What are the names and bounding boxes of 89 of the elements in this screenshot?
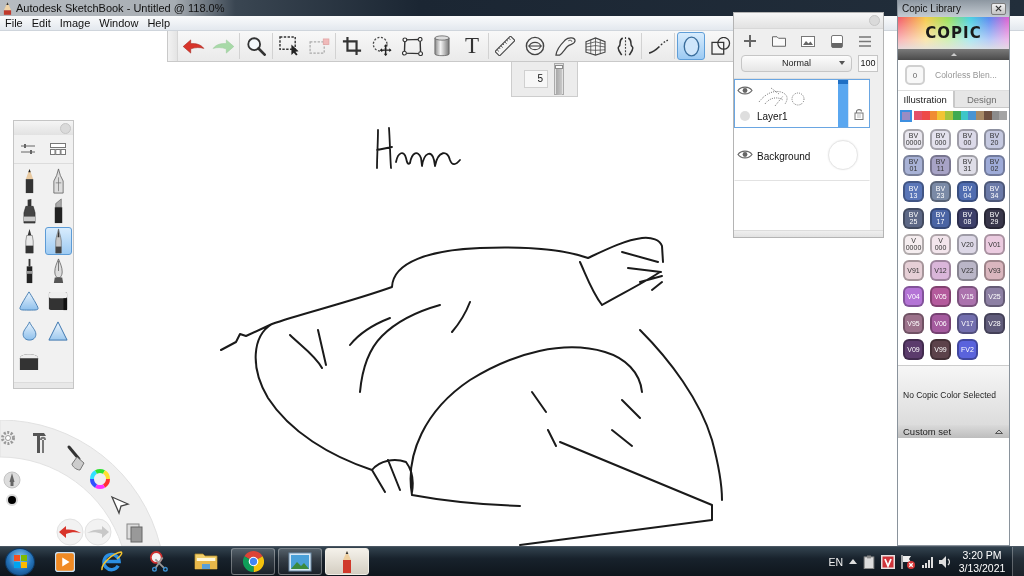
blend-mode-dropdown[interactable]: Normal [741,54,852,72]
swatch-icon[interactable] [968,111,976,120]
text-button[interactable]: T [458,32,486,60]
ellipse-icon[interactable] [682,35,700,57]
window-title: Autodesk SketchBook - Untitled @ 118.0% [16,1,225,15]
brush-button[interactable] [44,227,72,255]
pen-icon[interactable] [3,471,21,489]
layer-name: Background [757,150,811,162]
swatch-icon[interactable] [991,111,1000,120]
menu-item[interactable]: Help [143,16,175,30]
menu-item[interactable]: File [1,16,27,30]
swatch-icon[interactable] [921,111,930,120]
panel-title: Copic Library [902,3,961,14]
slider-thumb[interactable] [555,64,563,69]
swatch-icon[interactable] [952,111,961,120]
fountain-pen-icon[interactable] [51,258,65,284]
undo-arrow-icon[interactable] [181,38,205,54]
layer-name: Layer1 [757,111,789,123]
caret-down-icon[interactable] [839,61,845,65]
pencil-icon [3,1,12,15]
swatch-icon[interactable] [960,111,969,120]
swatch-icon[interactable] [976,111,984,120]
hammer-wrench-icon[interactable] [33,433,46,454]
show-desktop-button[interactable] [1012,547,1024,576]
language-indicator[interactable]: EN [828,555,843,568]
grid-icon[interactable] [49,143,66,155]
media-player-icon[interactable] [55,551,75,572]
section-title: Custom set [903,425,952,437]
resize-grip[interactable] [734,230,883,237]
clock-time[interactable]: 3:20 PM [962,548,1002,562]
menu-icon[interactable] [859,35,872,47]
blender-marker[interactable]: 0 [905,65,925,85]
logo-text: COPIC [925,24,982,42]
resize-grip[interactable] [14,382,73,388]
layer-icon[interactable] [831,34,844,48]
app-logo-icon[interactable] [881,554,895,569]
blender-name: Colorless Blen... [935,70,997,80]
curved-line-icon[interactable] [647,38,669,54]
menu-item[interactable]: Window [95,16,143,30]
start-button[interactable] [5,547,35,576]
swatch-icon[interactable] [937,111,945,120]
lock-icon[interactable] [854,108,864,120]
add-icon[interactable] [743,35,756,47]
picture-icon[interactable] [288,551,312,572]
stacked-pages-icon[interactable] [126,523,143,543]
marker-icon[interactable] [22,198,36,224]
caret-up-icon[interactable] [849,559,857,564]
folder-icon[interactable] [194,553,218,570]
cursor-arrow-icon[interactable] [110,495,130,515]
eye-icon[interactable] [737,85,753,96]
menu-item[interactable]: Edit [27,16,55,30]
swatch-icon[interactable] [999,111,1007,120]
current-color-icon[interactable] [6,494,18,506]
layer-row[interactable]: Background [734,128,870,181]
toolbar-handle[interactable] [168,31,178,61]
speaker-icon[interactable] [939,555,950,568]
swatch-icon[interactable] [945,111,953,120]
symmetry-icon[interactable] [616,36,634,56]
swatch-icon[interactable] [983,111,992,120]
color-wheel-icon[interactable] [90,469,110,489]
internet-explorer-icon[interactable] [101,551,123,572]
felt-pen-icon[interactable] [22,228,36,254]
water-drop-icon[interactable] [21,321,37,341]
swatch-icon[interactable] [900,109,912,122]
clock-date[interactable]: 3/13/2021 [958,561,1006,575]
close-icon[interactable] [995,5,1002,12]
clipboard-icon[interactable] [863,554,875,569]
ellipse-button[interactable] [677,32,705,60]
eye-icon[interactable] [737,149,753,160]
signal-bars-icon[interactable] [922,555,933,568]
menu-item[interactable]: Image [55,16,95,30]
flag-icon[interactable] [901,553,916,570]
background-thumbnail [828,139,858,170]
image-icon[interactable] [801,35,816,47]
chrome-icon[interactable] [242,551,264,572]
selection-strip [838,80,848,127]
status-text: No Copic Color Selected [903,390,997,401]
opacity-field[interactable]: 100 [858,54,878,72]
tab[interactable]: Design [953,91,1009,108]
brush-size-field[interactable]: 5 [524,70,548,88]
square-circle-icon[interactable] [711,37,731,55]
cylinder-icon[interactable] [434,35,450,57]
sliders-icon[interactable] [21,143,36,155]
close-button[interactable] [991,2,1006,15]
swatch-icon[interactable] [914,111,922,120]
layer-row[interactable]: Layer1 [734,79,870,128]
swatch-icon[interactable] [929,111,938,120]
paintbrush-icon[interactable] [67,445,85,471]
scissors-icon[interactable] [149,550,169,573]
